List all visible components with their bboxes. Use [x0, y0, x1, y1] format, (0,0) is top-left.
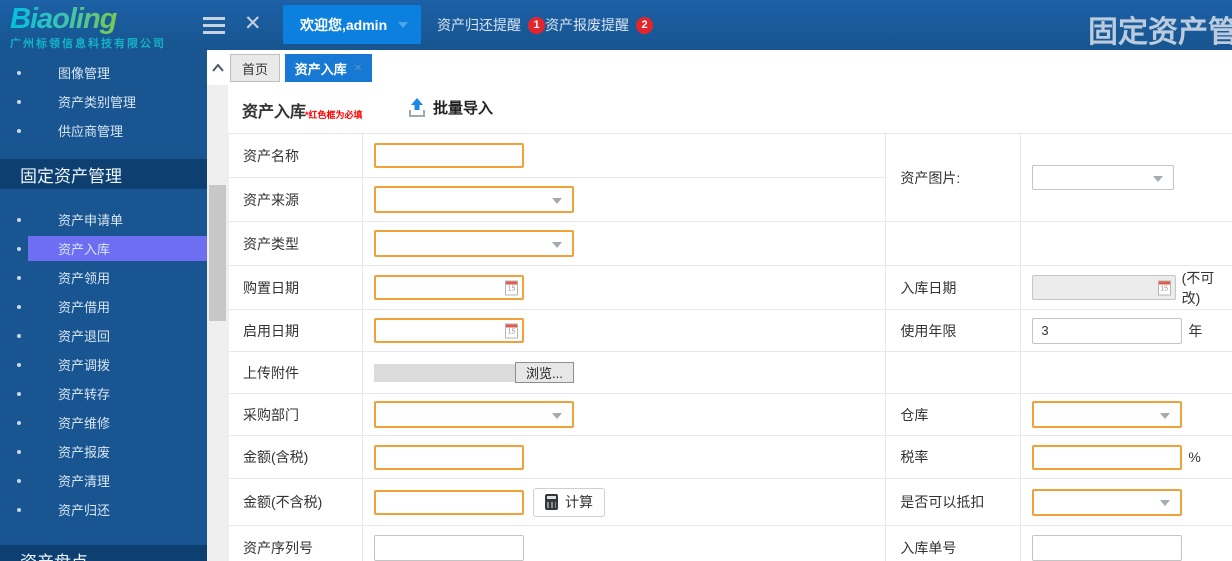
notification-badge: 2	[636, 17, 653, 34]
sidebar-scrollbar[interactable]	[207, 50, 228, 561]
asset-scrap-reminder-link[interactable]: 资产报废提醒 2	[545, 0, 653, 50]
field-label: 使用年限	[886, 310, 1021, 351]
scrollbar-thumb[interactable]	[209, 185, 226, 321]
main-content: 首页 资产入库 ✕ 资产入库 *红色框为必填 批量导入 资产名称 资产来源	[228, 50, 1232, 561]
purchase-dept-select[interactable]	[374, 401, 574, 428]
field-label: 采购部门	[229, 394, 363, 435]
sidebar-item-image-mgmt[interactable]: 图像管理	[0, 58, 207, 87]
calendar-icon[interactable]	[505, 323, 518, 338]
field-label: 资产图片:	[886, 134, 1021, 221]
page-title: 资产入库	[242, 98, 306, 122]
scroll-up-button[interactable]	[207, 50, 228, 85]
field-suffix: 年	[1188, 321, 1202, 341]
page-header: 资产入库 *红色框为必填 批量导入	[228, 85, 1232, 133]
field-label: 资产序列号	[229, 526, 363, 561]
field-suffix: %	[1188, 449, 1200, 465]
asset-image-select[interactable]	[1032, 165, 1174, 190]
field-suffix: (不可改)	[1182, 268, 1232, 308]
sidebar-item-asset-transfer[interactable]: 资产调拨	[0, 350, 207, 379]
reminder-label: 资产归还提醒	[437, 15, 521, 35]
sidebar-item-asset-storage[interactable]: 资产入库	[0, 234, 207, 263]
required-note: *红色框为必填	[305, 108, 363, 121]
deductible-select[interactable]	[1032, 489, 1182, 516]
amount-without-tax-input[interactable]	[374, 490, 524, 515]
field-label: 金额(不含税)	[229, 479, 363, 525]
calc-button[interactable]: 计算	[533, 488, 605, 517]
sidebar-section-fixed-asset-mgmt[interactable]: 固定资产管理	[0, 159, 207, 189]
sidebar-item-asset-return[interactable]: 资产退回	[0, 321, 207, 350]
warehouse-select[interactable]	[1032, 401, 1182, 428]
batch-import-button[interactable]: 批量导入	[408, 97, 493, 118]
welcome-text: 欢迎您,admin	[300, 15, 387, 35]
notification-badge: 1	[528, 17, 545, 34]
tab-bar: 首页 资产入库 ✕	[228, 50, 1232, 85]
field-label: 税率	[886, 436, 1021, 478]
chevron-down-icon	[398, 22, 408, 28]
tab-home[interactable]: 首页	[230, 54, 280, 82]
sidebar-item-asset-relocate[interactable]: 资产转存	[0, 379, 207, 408]
user-menu-button[interactable]: 欢迎您,admin	[283, 5, 421, 44]
sidebar-item-supplier-mgmt[interactable]: 供应商管理	[0, 116, 207, 145]
empty-row	[886, 352, 1232, 394]
field-label: 上传附件	[229, 352, 363, 393]
sidebar-section-asset-inventory[interactable]: 资产盘点	[0, 545, 207, 561]
attachment-file-input[interactable]	[374, 364, 516, 382]
asset-storage-form: 资产名称 资产来源 资产类型 购置日期 启用日期	[228, 133, 1232, 561]
sidebar-item-asset-cleanup[interactable]: 资产清理	[0, 466, 207, 495]
sidebar-item-asset-giveback[interactable]: 资产归还	[0, 495, 207, 524]
storage-date-input	[1032, 275, 1175, 300]
calendar-icon[interactable]	[505, 280, 518, 295]
menu-icon[interactable]	[203, 17, 225, 34]
amount-with-tax-input[interactable]	[374, 445, 524, 470]
asset-return-reminder-link[interactable]: 资产归还提醒 1	[437, 0, 545, 50]
field-label: 资产名称	[229, 134, 363, 177]
sidebar-item-asset-scrap[interactable]: 资产报废	[0, 437, 207, 466]
field-label: 购置日期	[229, 266, 363, 309]
upload-icon	[408, 98, 426, 117]
serial-number-input[interactable]	[374, 535, 524, 561]
sidebar-item-asset-repair[interactable]: 资产维修	[0, 408, 207, 437]
asset-source-select[interactable]	[374, 186, 574, 213]
tax-rate-input[interactable]	[1032, 445, 1182, 470]
sidebar-item-asset-borrow[interactable]: 资产借用	[0, 292, 207, 321]
app-title: 固定资产管理	[1088, 7, 1232, 51]
useful-life-input[interactable]	[1032, 318, 1182, 344]
asset-name-input[interactable]	[374, 143, 524, 168]
brand-logo: Biaoling 广州标领信息科技有限公司	[10, 5, 166, 51]
top-bar: Biaoling 广州标领信息科技有限公司 ✕ 欢迎您,admin 资产归还提醒…	[0, 0, 1232, 50]
tab-asset-storage[interactable]: 资产入库 ✕	[285, 54, 372, 82]
empty-row	[886, 222, 1232, 266]
field-label: 入库日期	[886, 266, 1021, 309]
sidebar-item-asset-receive[interactable]: 资产领用	[0, 263, 207, 292]
field-label: 资产来源	[229, 178, 363, 221]
close-icon[interactable]: ✕	[244, 11, 262, 36]
asset-type-select[interactable]	[374, 230, 574, 257]
reminder-label: 资产报废提醒	[545, 15, 629, 35]
tab-close-icon[interactable]: ✕	[354, 63, 362, 74]
browse-button[interactable]: 浏览...	[515, 362, 574, 383]
field-label: 仓库	[886, 394, 1021, 435]
purchase-date-input[interactable]	[374, 275, 524, 300]
enable-date-input[interactable]	[374, 318, 524, 343]
sidebar-item-asset-request[interactable]: 资产申请单	[0, 205, 207, 234]
field-label: 启用日期	[229, 310, 363, 351]
field-label: 入库单号	[886, 526, 1021, 561]
field-label: 资产类型	[229, 222, 363, 265]
storage-order-input[interactable]	[1032, 535, 1182, 561]
field-label: 金额(含税)	[229, 436, 363, 478]
sidebar: 图像管理 资产类别管理 供应商管理 固定资产管理 资产申请单 资产入库 资产领用…	[0, 50, 207, 561]
brand-name: Biaoling	[10, 5, 166, 34]
chevron-up-icon	[212, 64, 224, 72]
calendar-icon[interactable]	[1158, 280, 1171, 295]
calculator-icon	[545, 494, 558, 510]
company-name: 广州标领信息科技有限公司	[10, 35, 166, 51]
field-label: 是否可以抵扣	[886, 479, 1021, 525]
sidebar-item-asset-category-mgmt[interactable]: 资产类别管理	[0, 87, 207, 116]
